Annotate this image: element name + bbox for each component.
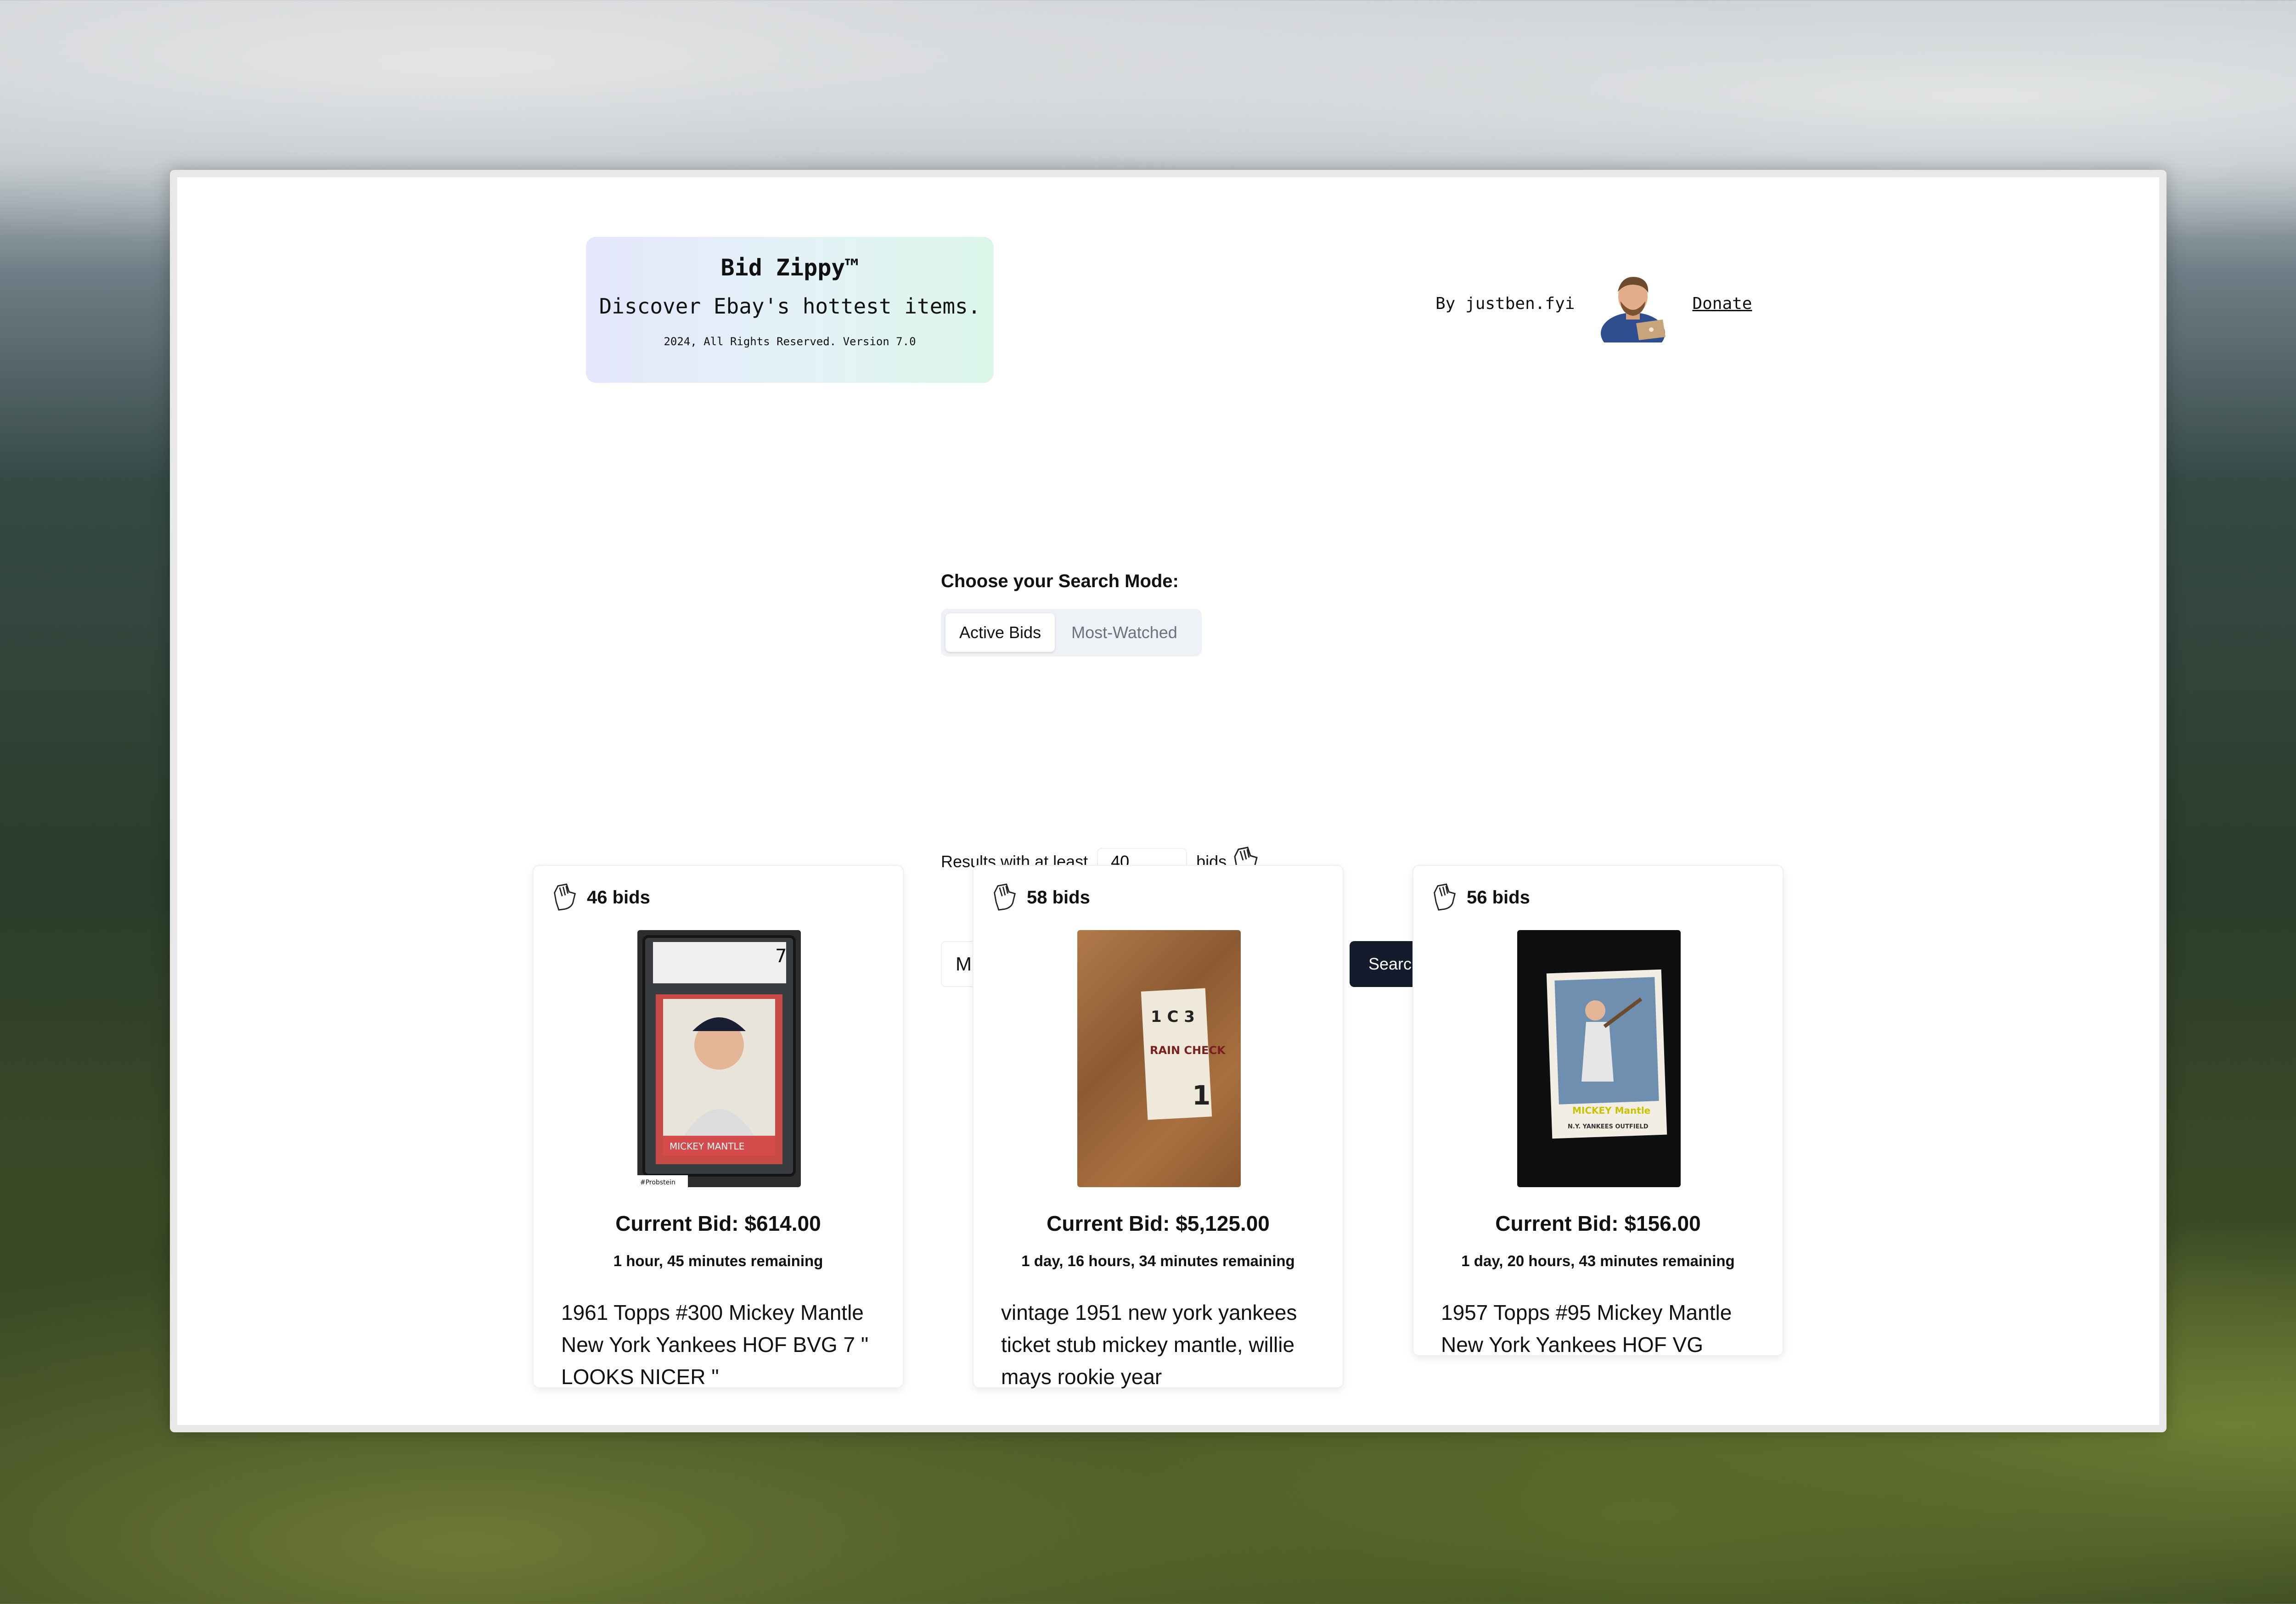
author-area: By justben.fyi Donate (1435, 262, 1752, 354)
item-title[interactable]: vintage 1951 new york yankees ticket stu… (1001, 1296, 1315, 1393)
bid-count-label: 56 bids (1467, 887, 1530, 908)
time-remaining: 1 day, 20 hours, 43 minutes remaining (1461, 1252, 1735, 1269)
browser-window: Bid Zippy™ Discover Ebay's hottest items… (170, 170, 2167, 1432)
current-bid: Current Bid: $5,125.00 (1047, 1211, 1270, 1235)
item-photo[interactable]: MICKEY Mantle N.Y. YANKEES OUTFIELD (1517, 930, 1681, 1187)
bid-count-label: 46 bids (587, 887, 650, 908)
stub-code: 1 C 3 (1151, 1008, 1195, 1026)
search-mode-label: Choose your Search Mode: (941, 571, 1179, 591)
brand-name: Bid Zippy™ (720, 254, 859, 281)
item-photo[interactable]: 1 C 3 RAIN CHECK 1 (1077, 930, 1241, 1187)
bid-count: 56 bids (1432, 883, 1530, 912)
item-title[interactable]: 1957 Topps #95 Mickey Mantle New York Ya… (1441, 1296, 1755, 1361)
time-remaining: 1 day, 16 hours, 34 minutes remaining (1021, 1252, 1295, 1269)
stub-number: 1 (1192, 1080, 1210, 1111)
bid-count: 46 bids (552, 883, 650, 912)
result-card[interactable]: 58 bids 1 C 3 RAIN CHECK 1 Current Bid: … (973, 865, 1344, 1389)
bid-count: 58 bids (992, 883, 1090, 912)
hand-bid-icon (554, 883, 576, 911)
hand-bid-icon (994, 883, 1016, 911)
item-photo[interactable]: 7 MICKEY MANTLE #Probstein (637, 930, 801, 1187)
mode-active-bids[interactable]: Active Bids (945, 613, 1055, 652)
grade-label: 7 (775, 946, 787, 967)
brand-footer: 2024, All Rights Reserved. Version 7.0 (664, 335, 916, 348)
search-mode-toggle: Active Bids Most-Watched (941, 609, 1202, 656)
mode-most-watched[interactable]: Most-Watched (1058, 613, 1191, 652)
result-card[interactable]: 46 bids 7 MICKEY MANTLE #Probstein Curre… (533, 865, 904, 1389)
result-card[interactable]: 56 bids MICKEY Mantle N.Y. YANKEES OUTFI… (1412, 865, 1784, 1357)
card-sub: N.Y. YANKEES OUTFIELD (1568, 1123, 1649, 1130)
hand-bid-icon (1434, 883, 1456, 911)
brand-banner: Bid Zippy™ Discover Ebay's hottest items… (586, 237, 994, 383)
photo-tag: #Probstein (640, 1179, 675, 1186)
current-bid: Current Bid: $614.00 (615, 1211, 821, 1235)
time-remaining: 1 hour, 45 minutes remaining (613, 1252, 823, 1269)
item-title[interactable]: 1961 Topps #300 Mickey Mantle New York Y… (561, 1296, 875, 1393)
author-byline: By justben.fyi (1435, 294, 1575, 313)
brand-tagline: Discover Ebay's hottest items. (599, 294, 981, 319)
bid-count-label: 58 bids (1027, 887, 1090, 908)
current-bid: Current Bid: $156.00 (1495, 1211, 1701, 1235)
donate-link[interactable]: Donate (1692, 294, 1752, 313)
avatar (1594, 264, 1672, 354)
card-caption: MICKEY Mantle (1572, 1105, 1650, 1116)
card-caption: MICKEY MANTLE (670, 1141, 744, 1152)
stub-caption: RAIN CHECK (1150, 1044, 1226, 1057)
